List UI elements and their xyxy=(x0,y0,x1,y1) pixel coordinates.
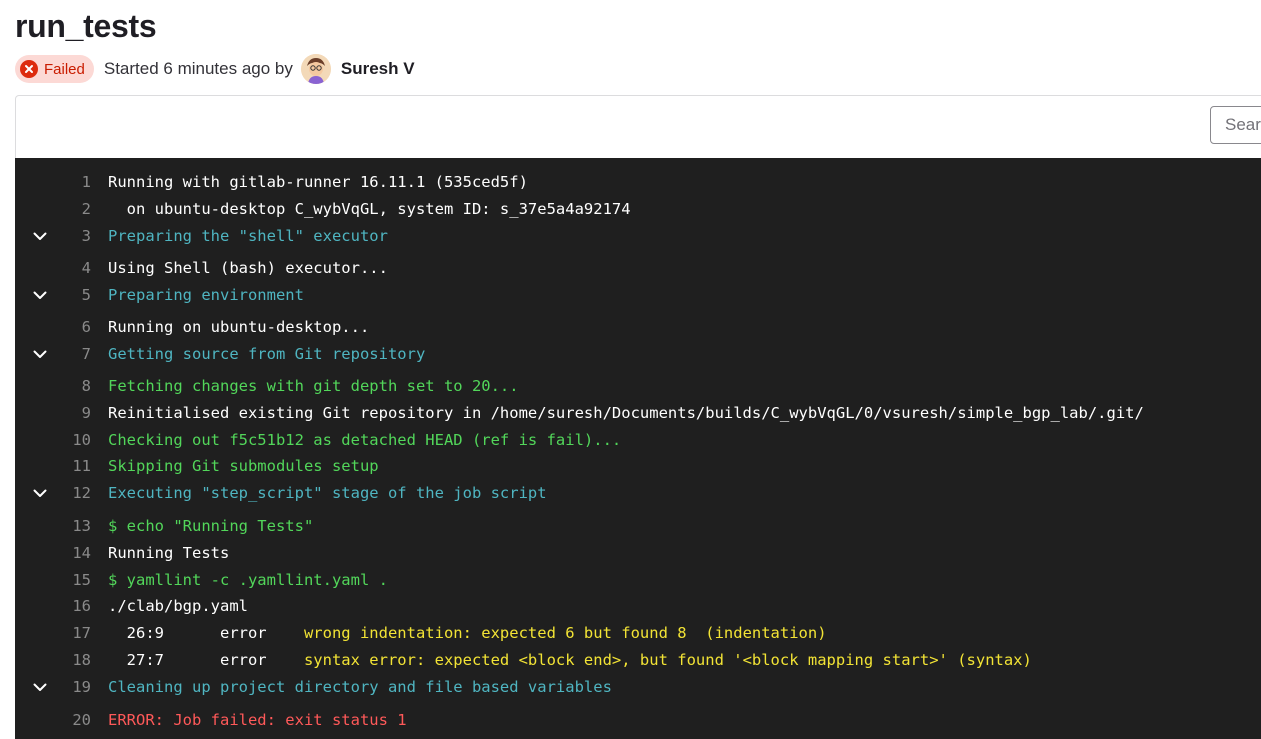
chevron-down-icon[interactable] xyxy=(31,227,49,245)
started-text: Started 6 minutes ago by xyxy=(103,59,293,78)
log-text: 27:7 error xyxy=(108,651,304,669)
line-number[interactable]: 11 xyxy=(55,457,91,475)
log-text: Fetching changes with git depth set to 2… xyxy=(108,377,519,395)
job-title: run_tests xyxy=(15,8,157,44)
log-line: 9 Reinitialised existing Git repository i… xyxy=(15,401,1261,425)
log-line-text: Fetching changes with git depth set to 2… xyxy=(108,377,519,395)
log-line: 11 Skipping Git submodules setup xyxy=(15,454,1261,478)
line-number[interactable]: 10 xyxy=(55,431,91,449)
log-line-text: Cleaning up project directory and file b… xyxy=(108,678,612,696)
line-number[interactable]: 18 xyxy=(55,651,91,669)
log-line-text: $ echo "Running Tests" xyxy=(108,517,313,535)
line-number[interactable]: 16 xyxy=(55,597,91,615)
status-badge-label: Failed xyxy=(44,60,85,78)
log-line: 4 Using Shell (bash) executor... xyxy=(15,256,1261,280)
log-line: 8 Fetching changes with git depth set to … xyxy=(15,374,1261,398)
line-number[interactable]: 9 xyxy=(55,404,91,422)
log-text: Preparing the "shell" executor xyxy=(108,227,388,245)
line-number[interactable]: 1 xyxy=(55,173,91,191)
lint-message: syntax error: expected <block end>, but … xyxy=(303,651,1032,669)
status-badge[interactable]: Failed xyxy=(15,55,94,83)
job-log: 1 Running with gitlab-runner 16.11.1 (535… xyxy=(15,158,1261,739)
log-line-text: 27:7 error syntax error: expected <block… xyxy=(108,651,1032,669)
avatar[interactable] xyxy=(300,54,331,84)
line-number[interactable]: 12 xyxy=(55,484,91,502)
log-line-text: Skipping Git submodules setup xyxy=(108,457,379,475)
log-text: Preparing environment xyxy=(108,286,304,304)
log-line: 15 $ yamllint -c .yamllint.yaml . xyxy=(15,568,1261,592)
log-line: 17 26:9 error wrong indentation: expecte… xyxy=(15,621,1261,645)
line-number[interactable]: 3 xyxy=(55,227,91,245)
log-line: 13 $ echo "Running Tests" xyxy=(15,514,1261,538)
log-line-text: Checking out f5c51b12 as detached HEAD (… xyxy=(108,431,621,449)
chevron-down-icon[interactable] xyxy=(31,286,49,304)
log-line-text: Reinitialised existing Git repository in… xyxy=(108,404,1144,422)
log-line-text: ./clab/bgp.yaml xyxy=(108,597,248,615)
log-section-header[interactable]: 19 Cleaning up project directory and file… xyxy=(15,675,1261,699)
line-number[interactable]: 15 xyxy=(55,571,91,589)
line-number[interactable]: 6 xyxy=(55,318,91,336)
line-number[interactable]: 5 xyxy=(55,286,91,304)
log-line-text: 26:9 error wrong indentation: expected 6… xyxy=(108,624,827,642)
line-number[interactable]: 4 xyxy=(55,259,91,277)
log-toolbar xyxy=(15,95,1261,158)
log-text: Running with gitlab-runner 16.11.1 (535c… xyxy=(108,173,528,191)
log-line-text: Running on ubuntu-desktop... xyxy=(108,318,369,336)
line-number[interactable]: 20 xyxy=(55,711,91,729)
log-line-text: ERROR: Job failed: exit status 1 xyxy=(108,711,407,729)
line-number[interactable]: 7 xyxy=(55,345,91,363)
log-text: ERROR: Job failed: exit status 1 xyxy=(108,711,407,729)
log-section-header[interactable]: 5 Preparing environment xyxy=(15,283,1261,307)
log-text: Reinitialised existing Git repository in… xyxy=(108,404,1144,422)
log-line: 20 ERROR: Job failed: exit status 1 xyxy=(15,708,1261,732)
line-number[interactable]: 19 xyxy=(55,678,91,696)
search-input[interactable] xyxy=(1210,106,1261,144)
log-text: 26:9 error xyxy=(108,624,304,642)
chevron-down-icon[interactable] xyxy=(31,345,49,363)
log-line-text: Getting source from Git repository xyxy=(108,345,425,363)
log-section-header[interactable]: 12 Executing "step_script" stage of the j… xyxy=(15,481,1261,505)
log-line-text: Executing "step_script" stage of the job… xyxy=(108,484,547,502)
line-number[interactable]: 13 xyxy=(55,517,91,535)
log-text: Using Shell (bash) executor... xyxy=(108,259,388,277)
chevron-down-icon[interactable] xyxy=(31,484,49,502)
log-text: Running Tests xyxy=(108,544,230,562)
log-text: on ubuntu-desktop C_wybVqGL, system ID: … xyxy=(108,200,631,218)
log-line: 6 Running on ubuntu-desktop... xyxy=(15,315,1261,339)
log-text: Getting source from Git repository xyxy=(108,345,426,363)
log-text: Checking out f5c51b12 as detached HEAD (… xyxy=(108,431,622,449)
log-text: $ yamllint -c .yamllint.yaml . xyxy=(108,571,388,589)
line-number[interactable]: 8 xyxy=(55,377,91,395)
log-line-text: on ubuntu-desktop C_wybVqGL, system ID: … xyxy=(108,200,631,218)
log-line-text: Running Tests xyxy=(108,544,229,562)
log-line: 10 Checking out f5c51b12 as detached HEAD… xyxy=(15,428,1261,452)
close-circle-icon xyxy=(20,60,38,78)
log-section-header[interactable]: 3 Preparing the "shell" executor xyxy=(15,224,1261,248)
chevron-down-icon[interactable] xyxy=(31,678,49,696)
log-line: 1 Running with gitlab-runner 16.11.1 (535… xyxy=(15,170,1261,194)
log-section-header[interactable]: 7 Getting source from Git repository xyxy=(15,342,1261,366)
log-line: 14 Running Tests xyxy=(15,541,1261,565)
log-text: Skipping Git submodules setup xyxy=(108,457,379,475)
log-text: $ echo "Running Tests" xyxy=(108,517,314,535)
line-number[interactable]: 2 xyxy=(55,200,91,218)
log-line-text: Preparing environment xyxy=(108,286,304,304)
author-name[interactable]: Suresh V xyxy=(341,59,415,79)
log-line-text: Using Shell (bash) executor... xyxy=(108,259,388,277)
log-line-text: Preparing the "shell" executor xyxy=(108,227,388,245)
log-line-text: $ yamllint -c .yamllint.yaml . xyxy=(108,571,388,589)
job-meta: Failed Started 6 minutes ago by Suresh V xyxy=(15,54,415,84)
log-text: Executing "step_script" stage of the job… xyxy=(108,484,547,502)
log-line: 2 on ubuntu-desktop C_wybVqGL, system ID… xyxy=(15,197,1261,221)
log-line: 16 ./clab/bgp.yaml xyxy=(15,594,1261,618)
lint-message: wrong indentation: expected 6 but found … xyxy=(303,624,827,642)
line-number[interactable]: 14 xyxy=(55,544,91,562)
log-text: Running on ubuntu-desktop... xyxy=(108,318,370,336)
log-text: ./clab/bgp.yaml xyxy=(108,597,248,615)
log-line: 18 27:7 error syntax error: expected <bl… xyxy=(15,648,1261,672)
log-text: Cleaning up project directory and file b… xyxy=(108,678,612,696)
log-line-text: Running with gitlab-runner 16.11.1 (535c… xyxy=(108,173,528,191)
line-number[interactable]: 17 xyxy=(55,624,91,642)
